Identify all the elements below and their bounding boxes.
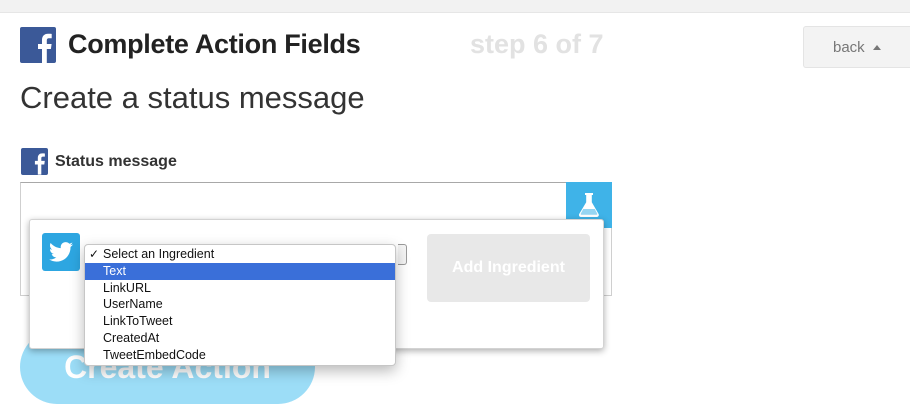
- flask-icon: [578, 193, 599, 217]
- page-subtitle: Create a status message: [20, 80, 365, 115]
- top-strip: [0, 0, 910, 13]
- add-ingredient-button[interactable]: Add Ingredient: [427, 234, 590, 302]
- status-message-label: Status message: [55, 153, 177, 170]
- chevron-up-icon: [872, 44, 881, 50]
- dropdown-option-linktotweet[interactable]: LinkToTweet: [85, 313, 395, 330]
- back-button-label: back: [833, 38, 865, 56]
- dropdown-option-select-an-ingredient[interactable]: ✓ Select an Ingredient: [85, 246, 395, 263]
- dropdown-option-text[interactable]: Text: [85, 262, 395, 280]
- ingredient-select-arrows[interactable]: [398, 244, 407, 265]
- facebook-logo-icon: [20, 27, 56, 63]
- page-title: Complete Action Fields: [68, 29, 361, 59]
- step-indicator: step 6 of 7: [470, 29, 604, 59]
- checkmark-icon: ✓: [89, 247, 100, 261]
- back-button[interactable]: back: [803, 26, 910, 68]
- dropdown-option-username[interactable]: UserName: [85, 296, 395, 313]
- dropdown-option-tweetembedcode[interactable]: TweetEmbedCode: [85, 347, 395, 364]
- twitter-bird-icon: [49, 242, 73, 262]
- facebook-logo-icon: [21, 148, 48, 175]
- dropdown-option-createdat[interactable]: CreatedAt: [85, 330, 395, 347]
- ingredient-dropdown: ✓ Select an Ingredient Text LinkURL UserN…: [84, 244, 396, 366]
- dropdown-option-linkurl[interactable]: LinkURL: [85, 280, 395, 297]
- twitter-channel-badge: [42, 233, 80, 271]
